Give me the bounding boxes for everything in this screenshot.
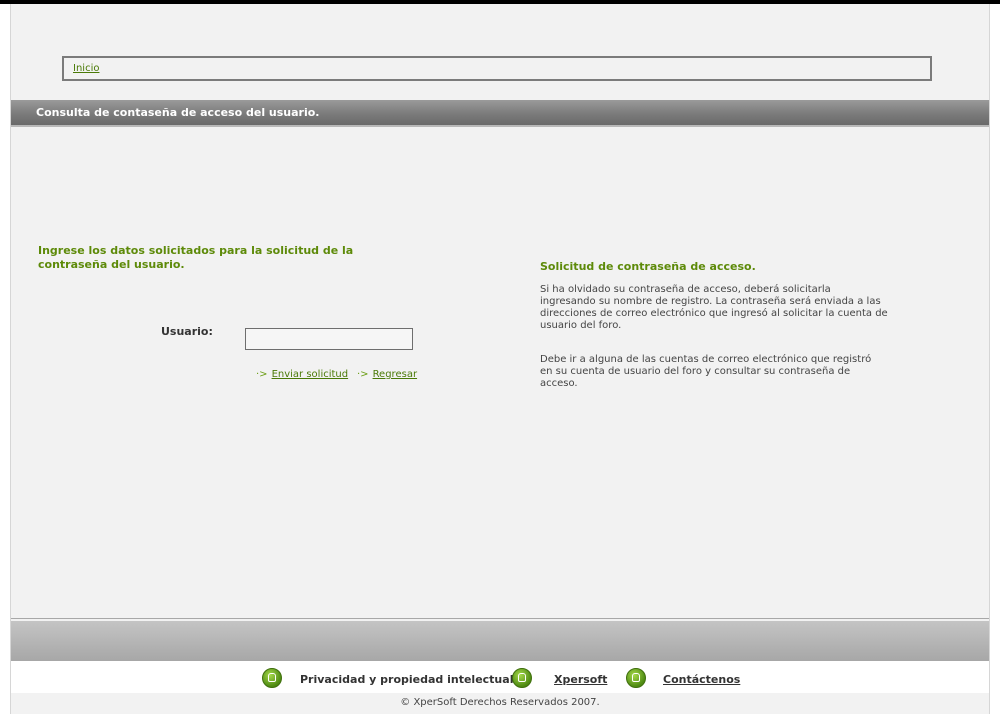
page-title-bar: Consulta de contaseña de acceso del usua… <box>11 100 989 127</box>
xpersoft-link[interactable]: Xpersoft <box>554 673 607 686</box>
back-link[interactable]: ·> Regresar <box>357 369 417 380</box>
copyright-text: © XperSoft Derechos Reservados 2007. <box>400 697 600 708</box>
form-heading: Ingrese los datos solicitados para la so… <box>38 244 368 272</box>
info-text-line: en su cuenta de usuario del foro y consu… <box>540 366 851 377</box>
arrow-right-icon: ·> <box>357 369 369 380</box>
breadcrumb: Inicio <box>62 56 932 81</box>
form-heading-line1: Ingrese los datos solicitados para la so… <box>38 244 354 257</box>
info-text-line: Debe ir a alguna de las cuentas de corre… <box>540 354 872 365</box>
footer-divider <box>11 618 989 619</box>
contact-link[interactable]: Contáctenos <box>663 673 740 686</box>
page-title: Consulta de contaseña de acceso del usua… <box>36 106 320 119</box>
username-input[interactable] <box>245 328 413 350</box>
info-heading: Solicitud de contraseña de acceso. <box>540 260 756 273</box>
lock-icon <box>262 668 282 688</box>
arrow-right-icon: ·> <box>256 369 268 380</box>
info-text-line: usuario del foro. <box>540 320 622 331</box>
lock-icon <box>512 668 532 688</box>
info-paragraph-1: Si ha olvidado su contraseña de acceso, … <box>540 284 888 332</box>
info-text-line: Si ha olvidado su contraseña de acceso, … <box>540 284 831 295</box>
submit-request-link[interactable]: ·> Enviar solicitud <box>256 369 348 380</box>
info-text-line: acceso. <box>540 378 578 389</box>
privacy-link[interactable]: Privacidad y propiedad intelectual <box>300 673 513 686</box>
info-text-line: direcciones de correo electrónico que in… <box>540 308 888 319</box>
lock-icon <box>626 668 646 688</box>
form-heading-line2: contraseña del usuario. <box>38 258 185 271</box>
info-text-line: ingresando su nombre de registro. La con… <box>540 296 881 307</box>
username-label: Usuario: <box>161 325 213 338</box>
breadcrumb-home-link[interactable]: Inicio <box>73 63 99 74</box>
footer-bar <box>11 621 989 661</box>
info-paragraph-2: Debe ir a alguna de las cuentas de corre… <box>540 354 871 390</box>
